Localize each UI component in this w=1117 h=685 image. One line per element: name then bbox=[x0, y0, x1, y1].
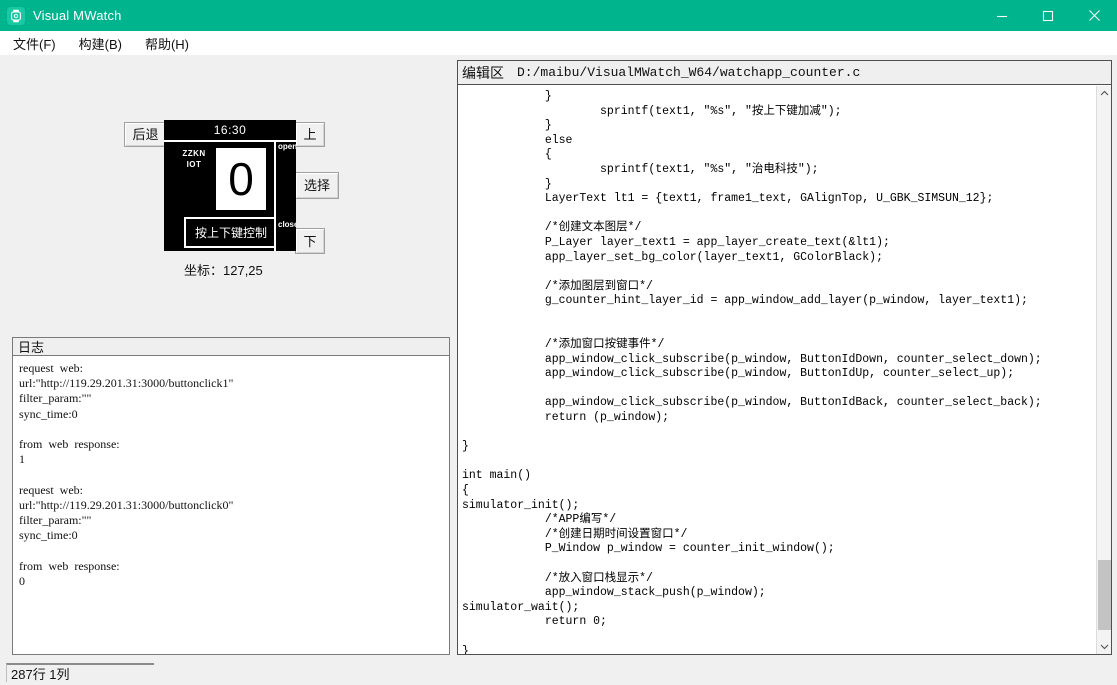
log-content[interactable]: request web: url:"http://119.29.201.31:3… bbox=[13, 357, 449, 654]
maximize-icon[interactable] bbox=[1025, 0, 1071, 31]
coordinates-label: 坐标：127,25 bbox=[184, 263, 263, 278]
menu-item-help[interactable]: 帮助(H) bbox=[135, 32, 199, 55]
watch-time-divider bbox=[164, 140, 296, 142]
chevron-up-icon[interactable] bbox=[1097, 86, 1112, 101]
window-controls bbox=[979, 0, 1117, 31]
watch-label-close: close bbox=[278, 220, 296, 229]
minimize-icon[interactable] bbox=[979, 0, 1025, 31]
chevron-down-icon[interactable] bbox=[1097, 639, 1112, 654]
menu-item-file[interactable]: 文件(F) bbox=[3, 32, 66, 55]
watch-hint-box: 按上下键控制 bbox=[184, 217, 276, 248]
up-button[interactable]: 上 bbox=[295, 122, 325, 147]
window-title: Visual MWatch bbox=[33, 8, 122, 23]
watch-brand-line2: IOT bbox=[186, 160, 202, 169]
menu-bar: 文件(F) 构建(B) 帮助(H) bbox=[0, 31, 1117, 55]
log-panel: 日志 request web: url:"http://119.29.201.3… bbox=[12, 337, 450, 655]
menu-item-build[interactable]: 构建(B) bbox=[69, 32, 132, 55]
application-window: Visual MWatch 文件(F) 构建(B) 帮助(H) 后退 上 选择 … bbox=[0, 0, 1117, 685]
watch-hint-text: 按上下键控制 bbox=[194, 226, 267, 240]
watch-icon bbox=[7, 6, 25, 25]
status-bar: 287行 1列 bbox=[0, 660, 1117, 685]
status-position-text: 287行 1列 bbox=[11, 667, 70, 682]
scrollbar-thumb[interactable] bbox=[1098, 560, 1111, 630]
close-icon[interactable] bbox=[1071, 0, 1117, 31]
counter-value: 0 bbox=[228, 153, 254, 205]
watch-brand-line1: ZZKN bbox=[182, 149, 206, 158]
watch-label-open: open bbox=[278, 142, 296, 151]
editor-file-path: D:/maibu/VisualMWatch_W64/watchapp_count… bbox=[517, 65, 861, 80]
watch-clock: 16:30 bbox=[213, 123, 247, 137]
status-position-cell: 287行 1列 bbox=[6, 663, 154, 682]
select-button[interactable]: 选择 bbox=[295, 172, 339, 199]
watch-brand: ZZKN IOT bbox=[172, 148, 216, 170]
editor-scrollbar[interactable] bbox=[1096, 86, 1111, 654]
back-button[interactable]: 后退 bbox=[124, 122, 167, 147]
down-button[interactable]: 下 bbox=[295, 228, 325, 254]
counter-display: 0 bbox=[216, 148, 266, 210]
watch-screen[interactable]: 16:30 ZZKN IOT 0 按上下键控制 open close bbox=[164, 120, 296, 251]
editor-header: 编辑区 D:/maibu/VisualMWatch_W64/watchapp_c… bbox=[458, 61, 1111, 85]
code-editor[interactable]: } sprintf(text1, "%s", "按上下键加减"); } else… bbox=[458, 86, 1096, 654]
editor-panel: 编辑区 D:/maibu/VisualMWatch_W64/watchapp_c… bbox=[457, 60, 1112, 655]
editor-label: 编辑区 bbox=[462, 64, 504, 81]
title-bar: Visual MWatch bbox=[0, 0, 1117, 31]
log-header: 日志 bbox=[13, 338, 449, 356]
log-title: 日志 bbox=[18, 340, 45, 355]
